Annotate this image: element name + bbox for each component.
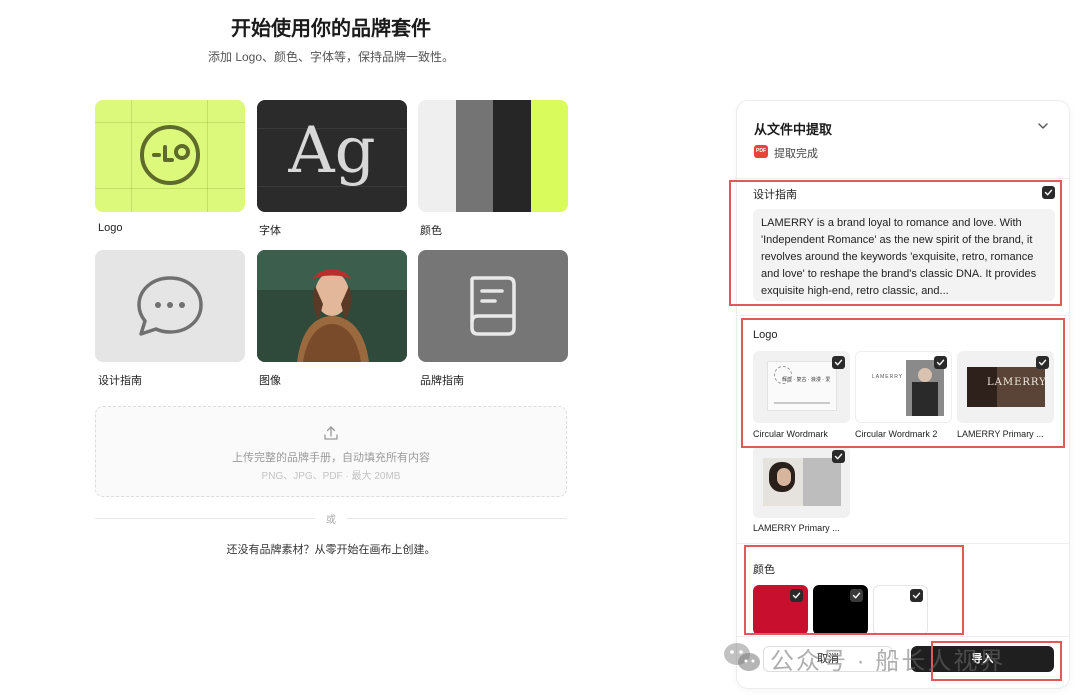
panel-divider <box>737 543 1069 544</box>
color-section-label: 颜色 <box>753 564 775 576</box>
pdf-file-icon: PDF <box>754 145 768 158</box>
guide-section-label: 设计指南 <box>753 189 797 201</box>
image-card-label: 图像 <box>259 375 281 387</box>
check-icon <box>1038 359 1047 366</box>
color-card[interactable] <box>418 100 568 212</box>
logo-card-label: Logo <box>98 222 123 234</box>
upload-dropzone[interactable]: 上传完整的品牌手册，自动填充所有内容 PNG、JPG、PDF · 最大 20MB <box>95 406 567 497</box>
photo-thumb <box>763 458 841 506</box>
brand-kit-start: 开始使用你的品牌套件 添加 Logo、颜色、字体等，保持品牌一致性。 Logo … <box>0 0 664 699</box>
logo-mark-text: LAMERRY <box>872 374 904 380</box>
design-guide-card-label: 设计指南 <box>98 375 142 387</box>
logo-checkbox-3[interactable] <box>1036 356 1049 369</box>
guide-text: LAMERRY is a brand loyal to romance and … <box>753 209 1055 301</box>
page-subtitle: 添加 Logo、颜色、字体等，保持品牌一致性。 <box>207 50 455 64</box>
photo-face <box>918 368 932 382</box>
font-preview-text: Ag <box>288 114 376 188</box>
logo-mark-text: LAMERRY <box>987 377 1047 388</box>
start-from-scratch-link[interactable]: 还没有品牌素材？从零开始在画布上创建。 <box>95 541 567 557</box>
circle-mark <box>774 366 792 384</box>
upload-text: 上传完整的品牌手册，自动填充所有内容 <box>232 452 430 464</box>
color-stripe <box>455 100 493 212</box>
or-divider: 或 <box>95 511 567 526</box>
logo-card[interactable] <box>95 100 245 212</box>
photo-body <box>912 382 938 416</box>
color-card-label: 颜色 <box>420 225 442 237</box>
divider-line <box>95 518 315 519</box>
color-stripe <box>530 100 568 212</box>
image-card[interactable] <box>257 250 407 362</box>
logo-caption-1: Circular Wordmark <box>753 429 828 439</box>
guide-checkbox[interactable] <box>1042 186 1055 199</box>
panel-divider <box>737 636 1069 637</box>
check-icon <box>912 592 921 599</box>
chat-bubble-icon <box>137 276 203 336</box>
logo-caption-4: LAMERRY Primary ... <box>753 523 840 533</box>
font-card-label: 字体 <box>259 225 281 237</box>
logo-checkbox-2[interactable] <box>934 356 947 369</box>
logo-section-label: Logo <box>753 329 778 341</box>
panel-footer: 取消 导入 <box>737 636 1069 688</box>
book-icon <box>470 276 516 336</box>
panel-title: 从文件中提取 <box>754 122 833 137</box>
upload-formats: PNG、JPG、PDF · 最大 20MB <box>261 471 401 482</box>
panel-divider <box>737 178 1069 179</box>
color-stripe <box>493 100 531 212</box>
logo-checkbox-1[interactable] <box>832 356 845 369</box>
check-icon <box>834 359 843 366</box>
chevron-down-icon[interactable] <box>1037 120 1049 132</box>
or-text: 或 <box>326 515 336 526</box>
divider-line <box>347 518 567 519</box>
panel-divider <box>737 315 1069 316</box>
color-checkbox-3[interactable] <box>910 589 923 602</box>
brand-guide-card[interactable] <box>418 250 568 362</box>
check-icon <box>792 592 801 599</box>
thumb-line <box>774 402 830 404</box>
logo-caption-2: Circular Wordmark 2 <box>855 429 938 439</box>
check-icon <box>936 359 945 366</box>
brand-guide-card-label: 品牌指南 <box>420 375 464 387</box>
photo-face <box>777 468 791 486</box>
check-icon <box>852 592 861 599</box>
page-title: 开始使用你的品牌套件 <box>231 18 431 40</box>
logo-caption-3: LAMERRY Primary ... <box>957 429 1044 439</box>
cancel-button[interactable]: 取消 <box>763 646 893 672</box>
photo-thumb: LAMERRY <box>967 367 1047 407</box>
logo-mark-icon <box>140 125 200 185</box>
extract-status: 提取完成 <box>774 148 818 160</box>
font-card[interactable]: Ag <box>257 100 407 212</box>
portrait-image <box>257 250 407 362</box>
photo-bg <box>803 458 841 506</box>
color-checkbox-2[interactable] <box>850 589 863 602</box>
import-button[interactable]: 导入 <box>911 646 1054 672</box>
check-icon <box>1044 189 1053 196</box>
logo-checkbox-4[interactable] <box>832 450 845 463</box>
design-guide-card[interactable] <box>95 250 245 362</box>
check-icon <box>834 453 843 460</box>
logo-thumb: 辉煌 · 复古 · 浪漫 · 爱 <box>767 361 837 411</box>
extract-panel: 从文件中提取 PDF 提取完成 设计指南 LAMERRY is a brand … <box>736 100 1070 689</box>
color-checkbox-1[interactable] <box>790 589 803 602</box>
color-stripe <box>418 100 456 212</box>
upload-icon <box>324 426 338 440</box>
